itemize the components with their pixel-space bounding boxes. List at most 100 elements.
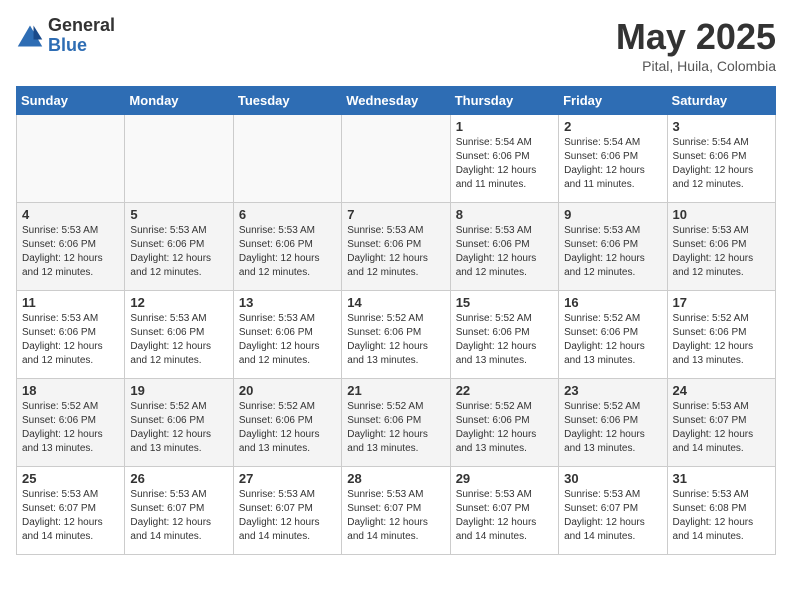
- calendar-cell: 20Sunrise: 5:52 AM Sunset: 6:06 PM Dayli…: [233, 379, 341, 467]
- cell-info: Sunrise: 5:54 AM Sunset: 6:06 PM Dayligh…: [564, 136, 661, 192]
- logo: General Blue: [16, 16, 115, 56]
- cell-info: Sunrise: 5:53 AM Sunset: 6:08 PM Dayligh…: [673, 488, 770, 544]
- calendar-week-row: 18 Sunrise: 5:52 AM Sunset: 6:06 PM Dayli…: [17, 379, 776, 467]
- calendar-cell: 16 Sunrise: 5:52 AM Sunset: 6:06 PM Dayli…: [559, 291, 667, 379]
- cell-info: Sunrise: 5:52 AM Sunset: 6:06 PM Dayligh…: [347, 400, 444, 456]
- day-number: 20: [239, 383, 336, 398]
- day-number: 14: [347, 295, 444, 310]
- cell-info: Sunrise: 5:52 AM Sunset: 6:06 PM Dayligh…: [564, 312, 661, 368]
- calendar-cell: 21 Sunrise: 5:52 AM Sunset: 6:06 PM Dayli…: [342, 379, 450, 467]
- cell-info: Sunrise: 5:52 AM Sunset: 6:06 PM Dayligh…: [347, 312, 444, 368]
- cell-info: Sunrise: 5:53 AM Sunset: 6:07 PM Dayligh…: [564, 488, 661, 544]
- day-number: 31: [673, 471, 770, 486]
- cell-info: Sunrise: 5:53 AM Sunset: 6:06 PM Dayligh…: [130, 224, 227, 280]
- day-number: 23: [564, 383, 661, 398]
- page-header: General Blue May 2025 Pital, Huila, Colo…: [16, 16, 776, 74]
- cell-info: Sunrise: 5:52 AM Sunset: 6:06 PM Dayligh…: [673, 312, 770, 368]
- calendar-cell: [17, 115, 125, 203]
- day-number: 29: [456, 471, 553, 486]
- calendar-cell: 19 Sunrise: 5:52 AM Sunset: 6:06 PM Dayli…: [125, 379, 233, 467]
- day-number: 25: [22, 471, 119, 486]
- logo-blue-text: Blue: [48, 36, 115, 56]
- cell-info: Sunrise: 5:52 AM Sunset: 6:06 PM Dayligh…: [564, 400, 661, 456]
- calendar-cell: 17 Sunrise: 5:52 AM Sunset: 6:06 PM Dayli…: [667, 291, 775, 379]
- cell-info: Sunrise: 5:53 AM Sunset: 6:07 PM Dayligh…: [239, 488, 336, 544]
- cell-info: Sunrise: 5:53 AM Sunset: 6:06 PM Dayligh…: [673, 224, 770, 280]
- month-title: May 2025: [616, 16, 776, 58]
- calendar-cell: 6Sunrise: 5:53 AM Sunset: 6:06 PM Daylig…: [233, 203, 341, 291]
- weekday-header-friday: Friday: [559, 87, 667, 115]
- cell-info: Sunrise: 5:53 AM Sunset: 6:06 PM Dayligh…: [347, 224, 444, 280]
- weekday-header-monday: Monday: [125, 87, 233, 115]
- day-number: 2: [564, 119, 661, 134]
- cell-info: Sunrise: 5:52 AM Sunset: 6:06 PM Dayligh…: [456, 312, 553, 368]
- calendar-cell: 29 Sunrise: 5:53 AM Sunset: 6:07 PM Dayli…: [450, 467, 558, 555]
- calendar-cell: 4 Sunrise: 5:53 AM Sunset: 6:06 PM Daylig…: [17, 203, 125, 291]
- day-number: 21: [347, 383, 444, 398]
- calendar-cell: 2 Sunrise: 5:54 AM Sunset: 6:06 PM Daylig…: [559, 115, 667, 203]
- calendar-cell: 9 Sunrise: 5:53 AM Sunset: 6:06 PM Daylig…: [559, 203, 667, 291]
- cell-info: Sunrise: 5:54 AM Sunset: 6:06 PM Dayligh…: [456, 136, 553, 192]
- day-number: 18: [22, 383, 119, 398]
- cell-info: Sunrise: 5:53 AM Sunset: 6:07 PM Dayligh…: [130, 488, 227, 544]
- calendar-cell: 22 Sunrise: 5:52 AM Sunset: 6:06 PM Dayli…: [450, 379, 558, 467]
- calendar-cell: [233, 115, 341, 203]
- calendar-cell: 24 Sunrise: 5:53 AM Sunset: 6:07 PM Dayli…: [667, 379, 775, 467]
- day-number: 24: [673, 383, 770, 398]
- day-number: 30: [564, 471, 661, 486]
- logo-text: General Blue: [48, 16, 115, 56]
- logo-general-text: General: [48, 16, 115, 36]
- calendar-cell: 28Sunrise: 5:53 AM Sunset: 6:07 PM Dayli…: [342, 467, 450, 555]
- day-number: 17: [673, 295, 770, 310]
- day-number: 19: [130, 383, 227, 398]
- calendar-cell: [125, 115, 233, 203]
- calendar-cell: 18 Sunrise: 5:52 AM Sunset: 6:06 PM Dayli…: [17, 379, 125, 467]
- weekday-header-tuesday: Tuesday: [233, 87, 341, 115]
- cell-info: Sunrise: 5:53 AM Sunset: 6:06 PM Dayligh…: [22, 224, 119, 280]
- cell-info: Sunrise: 5:53 AM Sunset: 6:07 PM Dayligh…: [456, 488, 553, 544]
- day-number: 4: [22, 207, 119, 222]
- day-number: 12: [130, 295, 227, 310]
- cell-info: Sunrise: 5:53 AM Sunset: 6:06 PM Dayligh…: [130, 312, 227, 368]
- day-number: 3: [673, 119, 770, 134]
- cell-info: Sunrise: 5:53 AM Sunset: 6:06 PM Dayligh…: [564, 224, 661, 280]
- calendar-cell: 1 Sunrise: 5:54 AM Sunset: 6:06 PM Daylig…: [450, 115, 558, 203]
- day-number: 5: [130, 207, 227, 222]
- day-number: 8: [456, 207, 553, 222]
- calendar-cell: 13 Sunrise: 5:53 AM Sunset: 6:06 PM Dayli…: [233, 291, 341, 379]
- weekday-header-saturday: Saturday: [667, 87, 775, 115]
- calendar-week-row: 11Sunrise: 5:53 AM Sunset: 6:06 PM Dayli…: [17, 291, 776, 379]
- day-number: 26: [130, 471, 227, 486]
- cell-info: Sunrise: 5:53 AM Sunset: 6:07 PM Dayligh…: [673, 400, 770, 456]
- calendar-cell: 27 Sunrise: 5:53 AM Sunset: 6:07 PM Dayli…: [233, 467, 341, 555]
- cell-info: Sunrise: 5:53 AM Sunset: 6:06 PM Dayligh…: [239, 224, 336, 280]
- cell-info: Sunrise: 5:53 AM Sunset: 6:06 PM Dayligh…: [456, 224, 553, 280]
- calendar-cell: 10Sunrise: 5:53 AM Sunset: 6:06 PM Dayli…: [667, 203, 775, 291]
- day-number: 9: [564, 207, 661, 222]
- cell-info: Sunrise: 5:53 AM Sunset: 6:06 PM Dayligh…: [239, 312, 336, 368]
- day-number: 7: [347, 207, 444, 222]
- day-number: 27: [239, 471, 336, 486]
- calendar-cell: 30 Sunrise: 5:53 AM Sunset: 6:07 PM Dayli…: [559, 467, 667, 555]
- weekday-header-sunday: Sunday: [17, 87, 125, 115]
- cell-info: Sunrise: 5:53 AM Sunset: 6:07 PM Dayligh…: [22, 488, 119, 544]
- weekday-header-wednesday: Wednesday: [342, 87, 450, 115]
- calendar-cell: 15Sunrise: 5:52 AM Sunset: 6:06 PM Dayli…: [450, 291, 558, 379]
- cell-info: Sunrise: 5:52 AM Sunset: 6:06 PM Dayligh…: [456, 400, 553, 456]
- cell-info: Sunrise: 5:52 AM Sunset: 6:06 PM Dayligh…: [22, 400, 119, 456]
- title-block: May 2025 Pital, Huila, Colombia: [616, 16, 776, 74]
- calendar-cell: 31 Sunrise: 5:53 AM Sunset: 6:08 PM Dayli…: [667, 467, 775, 555]
- cell-info: Sunrise: 5:53 AM Sunset: 6:07 PM Dayligh…: [347, 488, 444, 544]
- calendar-week-row: 4 Sunrise: 5:53 AM Sunset: 6:06 PM Daylig…: [17, 203, 776, 291]
- calendar-week-row: 1 Sunrise: 5:54 AM Sunset: 6:06 PM Daylig…: [17, 115, 776, 203]
- weekday-header-row: SundayMondayTuesdayWednesdayThursdayFrid…: [17, 87, 776, 115]
- day-number: 16: [564, 295, 661, 310]
- calendar-cell: 3Sunrise: 5:54 AM Sunset: 6:06 PM Daylig…: [667, 115, 775, 203]
- calendar-cell: 23 Sunrise: 5:52 AM Sunset: 6:06 PM Dayli…: [559, 379, 667, 467]
- day-number: 13: [239, 295, 336, 310]
- cell-info: Sunrise: 5:52 AM Sunset: 6:06 PM Dayligh…: [130, 400, 227, 456]
- location-subtitle: Pital, Huila, Colombia: [616, 58, 776, 74]
- day-number: 22: [456, 383, 553, 398]
- calendar-cell: 5 Sunrise: 5:53 AM Sunset: 6:06 PM Daylig…: [125, 203, 233, 291]
- day-number: 1: [456, 119, 553, 134]
